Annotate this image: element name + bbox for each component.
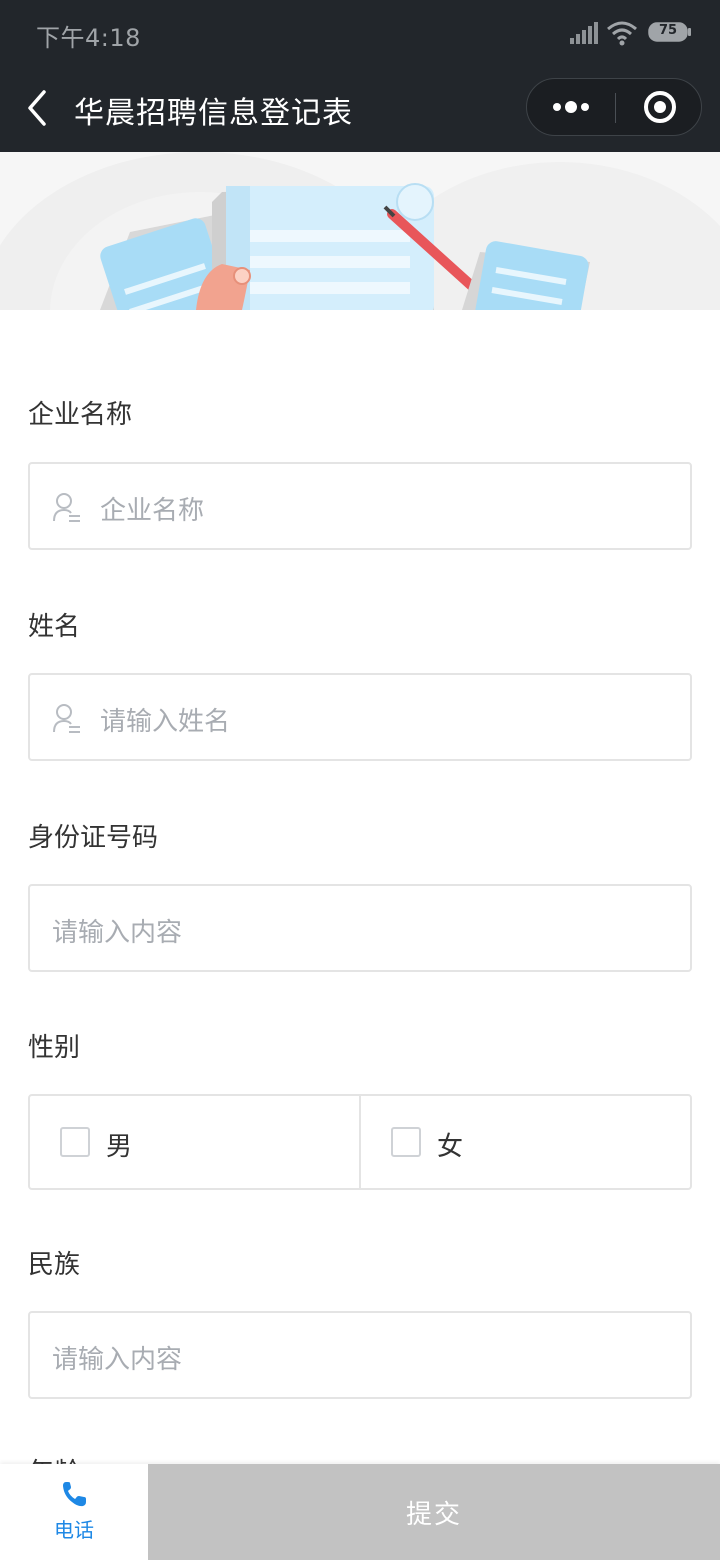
- more-button[interactable]: [527, 79, 615, 135]
- status-time: 下午4:18: [36, 24, 141, 52]
- phone-icon: [63, 1482, 86, 1507]
- ethnicity-placeholder: 请输入内容: [52, 1345, 183, 1375]
- ethnicity-input[interactable]: 请输入内容: [28, 1311, 692, 1399]
- chevron-left-icon: [28, 90, 46, 126]
- target-close-icon: [644, 91, 676, 123]
- phone-label: 电话: [54, 1518, 94, 1542]
- name-label: 姓名: [28, 612, 81, 642]
- phone-button[interactable]: 电话: [0, 1464, 148, 1560]
- ethnicity-label: 民族: [28, 1250, 81, 1280]
- page-title: 华晨招聘信息登记表: [74, 96, 353, 131]
- bottom-action-bar: 电话 提交: [0, 1464, 720, 1560]
- name-input[interactable]: 请输入姓名: [28, 673, 692, 761]
- more-dots-icon: [553, 101, 589, 113]
- signal-icon: [570, 22, 598, 44]
- checkbox-female[interactable]: [391, 1127, 421, 1157]
- gender-male-label: 男: [106, 1132, 133, 1162]
- gender-option-male[interactable]: 男: [30, 1096, 361, 1188]
- id-number-input[interactable]: 请输入内容: [28, 884, 692, 972]
- back-button[interactable]: [18, 86, 58, 130]
- gender-options: 男 女: [28, 1094, 692, 1190]
- wifi-icon: [607, 21, 637, 46]
- id-number-label: 身份证号码: [28, 823, 159, 853]
- banner-illustration: [0, 152, 720, 310]
- document-illustration: [0, 152, 720, 310]
- submit-button[interactable]: 提交: [148, 1464, 720, 1560]
- company-name-input[interactable]: 企业名称: [28, 462, 692, 550]
- id-number-placeholder: 请输入内容: [52, 918, 183, 948]
- checkbox-male[interactable]: [60, 1127, 90, 1157]
- gender-female-label: 女: [437, 1132, 464, 1162]
- gender-label: 性别: [28, 1033, 81, 1063]
- close-button[interactable]: [616, 79, 702, 135]
- header: 下午4:18 75 华晨招聘信息登记表: [0, 0, 720, 152]
- company-name-label: 企业名称: [28, 400, 133, 430]
- user-icon: [53, 493, 80, 522]
- name-placeholder: 请输入姓名: [100, 707, 231, 737]
- battery-level: 75: [658, 23, 678, 38]
- mini-program-capsule: [526, 78, 702, 136]
- user-icon: [53, 704, 80, 733]
- company-name-placeholder: 企业名称: [100, 496, 205, 526]
- submit-label: 提交: [405, 1500, 462, 1530]
- gender-option-female[interactable]: 女: [361, 1096, 692, 1188]
